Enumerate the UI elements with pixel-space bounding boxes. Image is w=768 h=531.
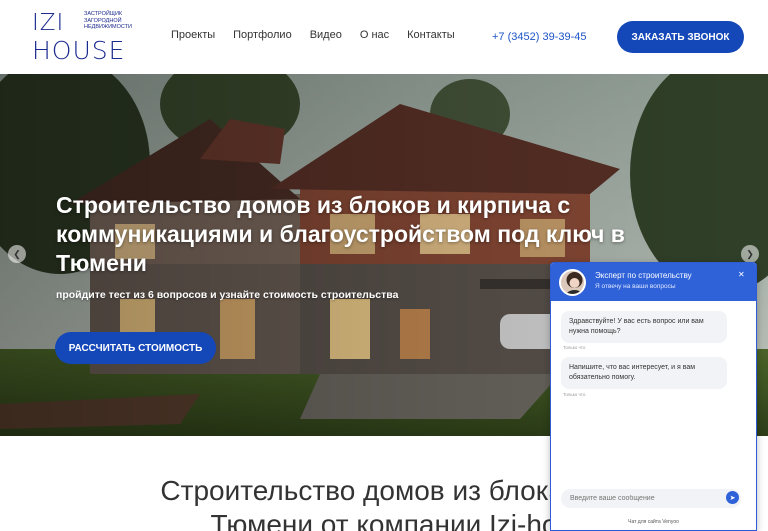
send-message-button[interactable]: ➤ — [726, 491, 739, 504]
chat-message: Здравствуйте! У вас есть вопрос или вам … — [561, 311, 727, 343]
nav-link-portfolio[interactable]: Портфолио — [233, 29, 292, 41]
logo-izi-text: IZI — [32, 10, 65, 36]
chat-message: Напишите, что вас интересует, и я вам об… — [561, 357, 727, 389]
nav-link-contacts[interactable]: Контакты — [407, 29, 455, 41]
logo-tagline: ЗАСТРОЙЩИК ЗАГОРОДНОЙ НЕДВИЖИМОСТИ — [84, 11, 132, 30]
chevron-right-icon: ❯ — [746, 248, 754, 259]
slider-next-button[interactable]: ❯ — [741, 245, 759, 263]
chat-powered-by[interactable]: Чат для сайта Venyoo — [551, 519, 756, 525]
agent-name: Эксперт по строительству — [595, 271, 692, 280]
message-time: Только что — [563, 392, 586, 397]
logo-house-text: HOUSE — [32, 36, 126, 65]
send-arrow-icon: ➤ — [729, 494, 736, 502]
slider-prev-button[interactable]: ❮ — [8, 245, 26, 263]
calculate-cost-button[interactable]: РАССЧИТАТЬ СТОИМОСТЬ — [55, 332, 216, 364]
order-call-button[interactable]: ЗАКАЗАТЬ ЗВОНОК — [617, 21, 744, 53]
agent-avatar — [559, 269, 586, 296]
message-time: Только что — [563, 345, 586, 350]
chat-header: Эксперт по строительству Я отвечу на ваш… — [551, 263, 756, 301]
nav-link-about[interactable]: О нас — [360, 29, 389, 41]
chat-message-input[interactable] — [561, 489, 741, 508]
chat-messages: Здравствуйте! У вас есть вопрос или вам … — [551, 301, 756, 489]
chevron-left-icon: ❮ — [13, 248, 21, 259]
agent-status: Я отвечу на ваши вопросы — [595, 283, 676, 290]
nav-link-video[interactable]: Видео — [310, 29, 342, 41]
chat-close-icon[interactable]: ✕ — [738, 270, 745, 279]
hero-subtitle: пройдите тест из 6 вопросов и узнайте ст… — [56, 289, 399, 301]
site-header: IZI ЗАСТРОЙЩИК ЗАГОРОДНОЙ НЕДВИЖИМОСТИ H… — [0, 0, 768, 74]
main-nav: Проекты Портфолио Видео О нас Контакты — [171, 29, 455, 41]
nav-link-projects[interactable]: Проекты — [171, 29, 215, 41]
page: IZI ЗАСТРОЙЩИК ЗАГОРОДНОЙ НЕДВИЖИМОСТИ H… — [0, 0, 768, 531]
phone-link[interactable]: +7 (3452) 39-39-45 — [492, 31, 586, 43]
chat-widget: Эксперт по строительству Я отвечу на ваш… — [550, 262, 757, 531]
logo[interactable]: IZI ЗАСТРОЙЩИК ЗАГОРОДНОЙ НЕДВИЖИМОСТИ H… — [32, 10, 132, 65]
